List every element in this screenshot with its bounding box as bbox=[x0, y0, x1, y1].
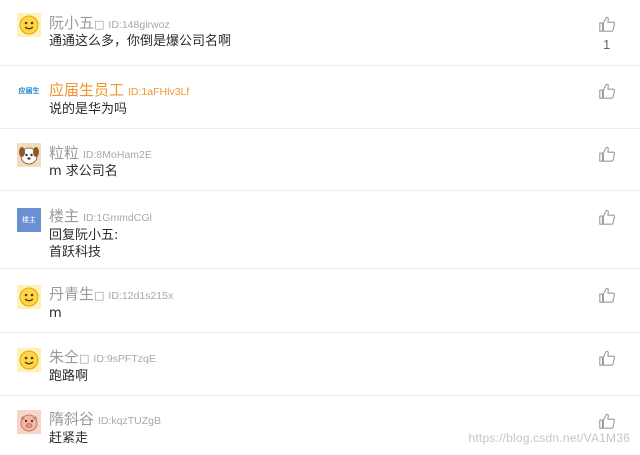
username[interactable]: 朱仝□ ID:9sPFTzqE bbox=[49, 346, 156, 367]
user-id: ID:9sPFTzqE bbox=[93, 353, 156, 365]
comment-text: m bbox=[49, 306, 62, 321]
avatar-emoji-face-icon[interactable] bbox=[17, 285, 41, 309]
thumbs-up-icon[interactable] bbox=[598, 145, 616, 163]
comment-text: 说的是华为吗 bbox=[49, 102, 128, 117]
username[interactable]: 应届生员工 ID:1aFHlv3Lf bbox=[49, 79, 189, 100]
comment-item: 隋斜谷 ID:kqzTUZgB 赶紧走 bbox=[0, 396, 640, 455]
user-id: ID:148girwoz bbox=[108, 19, 170, 31]
avatar-yingjiesheng-logo[interactable]: 应届生 bbox=[17, 79, 41, 103]
thumbs-up-icon[interactable] bbox=[598, 208, 616, 226]
comment-item: 阮小五□ ID:148girwoz 通通这么多，你倒是爆公司名啊 1 bbox=[0, 0, 640, 66]
comment-text: m 求公司名 bbox=[49, 164, 118, 179]
username[interactable]: 丹青生□ ID:12d1s215x bbox=[49, 283, 173, 304]
username[interactable]: 楼主 ID:1GmmdCGl bbox=[49, 205, 152, 226]
comment-text: 回复阮小五: 首跃科技 bbox=[49, 227, 118, 261]
username[interactable]: 粒粒 ID:8MoHam2E bbox=[49, 142, 152, 163]
avatar-louzhu-badge[interactable]: 楼主 bbox=[17, 208, 41, 232]
username[interactable]: 隋斜谷 ID:kqzTUZgB bbox=[49, 408, 161, 429]
comment-text: 跑路啊 bbox=[49, 369, 89, 384]
comment-text: 赶紧走 bbox=[49, 431, 89, 446]
comment-text-line: 回复阮小五: bbox=[49, 228, 119, 243]
comment-item: 楼主 楼主 ID:1GmmdCGl 回复阮小五: 首跃科技 bbox=[0, 191, 640, 269]
like-count: 1 bbox=[603, 37, 611, 52]
user-id: ID:kqzTUZgB bbox=[98, 415, 162, 427]
comment-item: 应届生 应届生员工 ID:1aFHlv3Lf 说的是华为吗 bbox=[0, 66, 640, 129]
username[interactable]: 阮小五□ ID:148girwoz bbox=[49, 12, 170, 33]
avatar-dog-face-icon[interactable] bbox=[17, 143, 41, 167]
thumbs-up-icon[interactable] bbox=[598, 15, 616, 33]
thumbs-up-icon[interactable] bbox=[598, 82, 616, 100]
thumbs-up-icon[interactable] bbox=[598, 286, 616, 304]
user-id: ID:8MoHam2E bbox=[83, 149, 152, 161]
thumbs-up-icon[interactable] bbox=[598, 412, 616, 430]
thumbs-up-icon[interactable] bbox=[598, 349, 616, 367]
user-id: ID:12d1s215x bbox=[108, 290, 174, 302]
comment-item: 朱仝□ ID:9sPFTzqE 跑路啊 bbox=[0, 333, 640, 396]
user-id: ID:1GmmdCGl bbox=[83, 212, 152, 224]
comment-item: 粒粒 ID:8MoHam2E m 求公司名 bbox=[0, 129, 640, 191]
comment-text-line: 首跃科技 bbox=[49, 245, 102, 260]
avatar-emoji-face-icon[interactable] bbox=[17, 13, 41, 37]
avatar-emoji-face-icon[interactable] bbox=[17, 348, 41, 372]
user-id: ID:1aFHlv3Lf bbox=[128, 86, 190, 98]
comment-text: 通通这么多，你倒是爆公司名啊 bbox=[49, 34, 232, 49]
watermark: https://blog.csdn.net/VA1M36 bbox=[468, 431, 630, 445]
comment-item: 丹青生□ ID:12d1s215x m bbox=[0, 269, 640, 333]
avatar-pig-face-icon[interactable] bbox=[17, 410, 41, 434]
